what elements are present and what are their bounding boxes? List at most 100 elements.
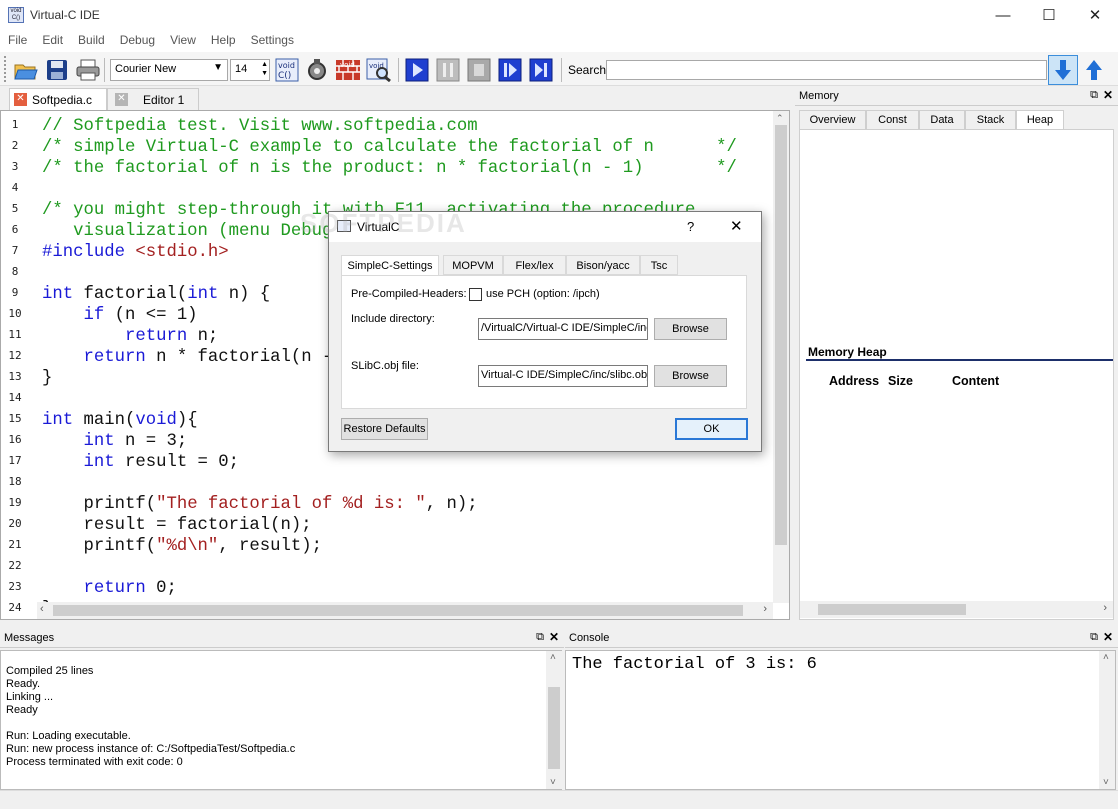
open-folder-icon[interactable] xyxy=(12,56,40,84)
font-name-select[interactable]: Courier New ▼ xyxy=(110,59,228,81)
include-directory-field[interactable]: /VirtualC/Virtual-C IDE/SimpleC/inc xyxy=(478,318,648,340)
tab-mopvm[interactable]: MOPVM xyxy=(443,255,503,275)
tab-bison-yacc[interactable]: Bison/yacc xyxy=(566,255,640,275)
tab-overview[interactable]: Overview xyxy=(799,110,866,129)
float-panel-icon[interactable]: ⧉ xyxy=(1090,89,1098,102)
tab-editor-1[interactable]: ✕ Editor 1 xyxy=(107,88,199,110)
close-panel-icon[interactable]: ✕ xyxy=(1103,630,1113,644)
code-line: } xyxy=(42,368,52,389)
code-token: int xyxy=(42,411,84,430)
settings-dialog: VirtualC ? ✕ SimpleC-Settings MOPVM Flex… xyxy=(328,211,762,452)
console-output[interactable]: The factorial of 3 is: 6 ˄ ˅ xyxy=(565,650,1116,790)
code-token: n; xyxy=(197,327,219,346)
close-panel-icon[interactable]: ✕ xyxy=(549,630,559,644)
arrow-up-icon xyxy=(1086,60,1102,80)
chevron-left-icon[interactable]: ‹ xyxy=(40,603,44,615)
scrollbar-thumb[interactable] xyxy=(775,125,787,545)
code-line: int result = 0; xyxy=(42,452,239,473)
ok-button[interactable]: OK xyxy=(675,418,748,440)
save-icon[interactable] xyxy=(43,56,71,84)
font-size-spinner[interactable]: 14 ▲ ▼ xyxy=(230,59,270,81)
browse-include-button[interactable]: Browse xyxy=(654,318,727,340)
chevron-up-icon[interactable]: ˄ xyxy=(1103,652,1109,663)
menu-help[interactable]: Help xyxy=(203,30,243,47)
toolbar-grip[interactable] xyxy=(4,56,8,82)
heap-view: Memory Heap Address Size Content › xyxy=(799,129,1114,620)
search-down-button[interactable] xyxy=(1048,55,1078,85)
close-tab-icon[interactable]: ✕ xyxy=(115,93,128,106)
messages-panel-header: Messages ⧉ ✕ xyxy=(0,628,564,648)
svg-text:void: void xyxy=(340,61,355,69)
dialog-close-button[interactable]: ✕ xyxy=(730,217,743,235)
scrollbar-thumb[interactable] xyxy=(818,604,966,615)
chevron-right-icon[interactable]: › xyxy=(1103,602,1107,614)
debug-magnifier-icon[interactable]: void xyxy=(365,56,393,84)
editor-horizontal-scrollbar[interactable]: ‹ › xyxy=(37,602,773,619)
menu-view[interactable]: View xyxy=(162,30,203,47)
close-button[interactable]: ✕ xyxy=(1072,0,1118,30)
title-bar: void C() Virtual-C IDE — ☐ ✕ xyxy=(0,0,1118,30)
step-into-icon[interactable] xyxy=(496,56,524,84)
spinner-arrows-icon[interactable]: ▲ ▼ xyxy=(261,60,268,78)
menu-file[interactable]: File xyxy=(0,30,34,47)
menu-edit[interactable]: Edit xyxy=(34,30,70,47)
tab-label: Editor 1 xyxy=(143,92,185,107)
search-input[interactable] xyxy=(606,60,1047,80)
tab-softpedia[interactable]: ✕ Softpedia.c xyxy=(9,88,107,110)
messages-output[interactable]: Compiled 25 lines Ready. Linking ... Ready R… xyxy=(0,650,562,790)
help-button[interactable]: ? xyxy=(687,219,694,234)
close-tab-icon[interactable]: ✕ xyxy=(14,93,27,106)
code-token: } xyxy=(42,369,53,388)
chevron-down-icon[interactable]: ˅ xyxy=(1103,777,1109,788)
messages-vertical-scrollbar[interactable]: ˄ ˅ xyxy=(546,651,562,789)
minimize-button[interactable]: — xyxy=(980,0,1026,30)
scrollbar-thumb[interactable] xyxy=(548,687,560,769)
heap-title-underline xyxy=(806,359,1113,361)
arrow-down-icon xyxy=(1055,60,1071,80)
slibc-file-field[interactable]: Virtual-C IDE/SimpleC/inc/slibc.obj xyxy=(478,365,648,387)
chevron-down-icon[interactable]: ˅ xyxy=(550,777,556,788)
code-token: , result); xyxy=(218,537,323,556)
stop-icon[interactable] xyxy=(465,56,493,84)
use-pch-checkbox[interactable] xyxy=(469,288,482,301)
chevron-right-icon[interactable]: › xyxy=(763,603,767,615)
search-up-button[interactable] xyxy=(1080,56,1108,84)
float-panel-icon[interactable]: ⧉ xyxy=(1090,631,1098,644)
console-vertical-scrollbar[interactable]: ˄ ˅ xyxy=(1099,651,1115,789)
run-play-icon[interactable] xyxy=(403,56,431,84)
float-panel-icon[interactable]: ⧉ xyxy=(536,631,544,644)
editor-vertical-scrollbar[interactable]: ⌃ xyxy=(773,111,789,603)
console-panel-title: Console xyxy=(569,632,610,644)
tab-heap[interactable]: Heap xyxy=(1016,110,1064,130)
tab-data[interactable]: Data xyxy=(919,110,965,129)
toolbar-separator xyxy=(561,58,562,82)
menu-bar: File Edit Build Debug View Help Settings xyxy=(0,30,1118,52)
tab-stack[interactable]: Stack xyxy=(965,110,1016,129)
close-panel-icon[interactable]: ✕ xyxy=(1103,88,1113,102)
chevron-up-icon[interactable]: ⌃ xyxy=(776,113,784,124)
tab-flex-lex[interactable]: Flex/lex xyxy=(503,255,566,275)
code-line: // Softpedia test. Visit www.softpedia.c… xyxy=(42,116,478,137)
settings-tab-page: Pre-Compiled-Headers: use PCH (option: /… xyxy=(341,275,747,409)
restore-defaults-button[interactable]: Restore Defaults xyxy=(341,418,428,440)
menu-build[interactable]: Build xyxy=(70,30,112,47)
menu-debug[interactable]: Debug xyxy=(112,30,162,47)
build-bricks-icon[interactable]: void xyxy=(334,56,362,84)
settings-gear-icon[interactable] xyxy=(303,56,331,84)
search-label: Search: xyxy=(568,63,610,77)
scrollbar-thumb[interactable] xyxy=(53,605,743,616)
browse-slibc-button[interactable]: Browse xyxy=(654,365,727,387)
tab-simplec-settings[interactable]: SimpleC-Settings xyxy=(341,255,439,276)
tab-tsc[interactable]: Tsc xyxy=(640,255,678,275)
step-over-icon[interactable] xyxy=(527,56,555,84)
compile-icon[interactable]: void C() xyxy=(273,56,301,84)
tab-const[interactable]: Const xyxy=(866,110,919,129)
menu-settings[interactable]: Settings xyxy=(243,30,301,47)
toolbar-separator xyxy=(398,58,399,82)
print-icon[interactable] xyxy=(74,56,102,84)
pause-icon[interactable] xyxy=(434,56,462,84)
chevron-up-icon[interactable]: ˄ xyxy=(550,652,556,663)
heap-horizontal-scrollbar[interactable]: › xyxy=(800,601,1113,618)
column-size: Size xyxy=(888,374,914,388)
maximize-button[interactable]: ☐ xyxy=(1026,0,1072,30)
